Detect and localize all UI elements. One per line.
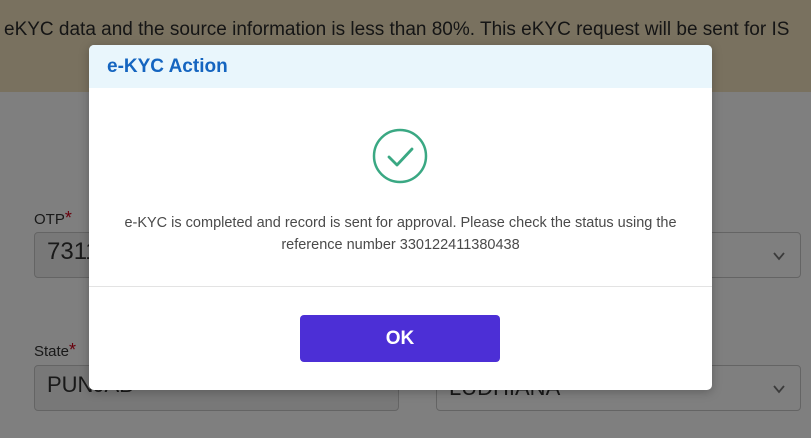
- ok-button[interactable]: OK: [300, 315, 500, 362]
- ekyc-action-dialog: e-KYC Action e-KYC is completed and reco…: [89, 45, 712, 390]
- success-check-icon: [372, 128, 428, 184]
- dialog-divider: [89, 286, 712, 287]
- dialog-header: e-KYC Action: [89, 45, 712, 88]
- dialog-title: e-KYC Action: [107, 56, 228, 77]
- dialog-message: e-KYC is completed and record is sent fo…: [124, 215, 677, 253]
